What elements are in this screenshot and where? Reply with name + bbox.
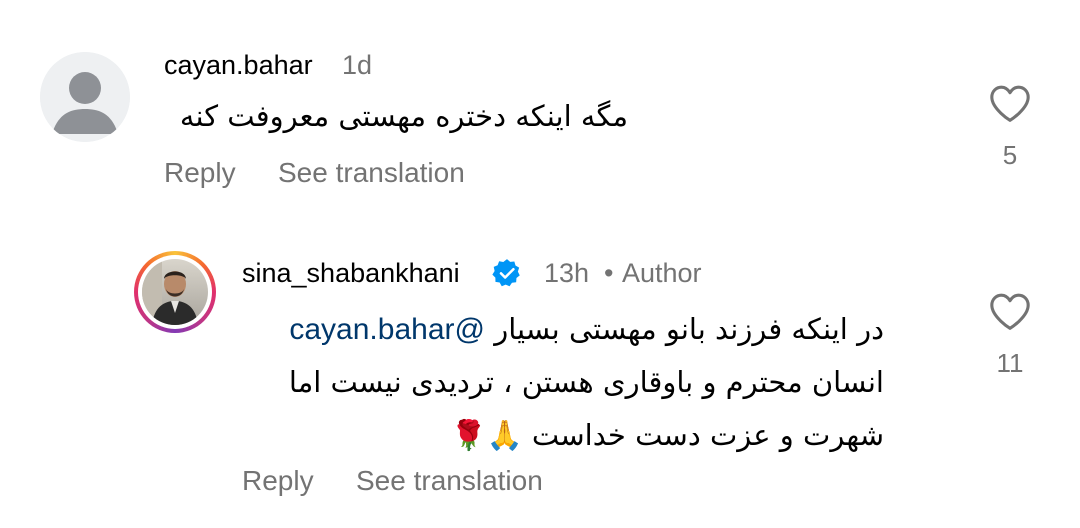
- reply-button[interactable]: Reply: [242, 465, 314, 497]
- comment-text-line-2: انسان محترم و باوقاری هستن ، تردیدی نیست…: [288, 365, 884, 399]
- avatar[interactable]: [134, 251, 216, 333]
- see-translation-button[interactable]: See translation: [356, 465, 543, 497]
- comment-sina-shabankhani: sina_shabankhani 13h • Author در اینکه ف…: [0, 0, 1080, 528]
- profile-photo: [142, 259, 208, 325]
- comment-username[interactable]: sina_shabankhani: [242, 258, 460, 289]
- heart-outline-icon[interactable]: [988, 292, 1032, 332]
- comment-timestamp: 13h: [544, 258, 590, 288]
- verified-badge-icon: [492, 259, 520, 287]
- like-count: 11: [996, 348, 1024, 378]
- comment-text-line-3: شهرت و عزت دست خداست 🙏🌹: [450, 418, 884, 452]
- separator-dot: •: [604, 258, 614, 288]
- mention-link[interactable]: @cayan.bahar: [289, 313, 485, 346]
- comment-text: در اینکه فرزند بانو مهستی بسیار @cayan.b…: [224, 303, 884, 462]
- author-label: Author: [622, 258, 702, 288]
- comment-text-line-1: در اینکه فرزند بانو مهستی بسیار @cayan.b…: [289, 312, 884, 346]
